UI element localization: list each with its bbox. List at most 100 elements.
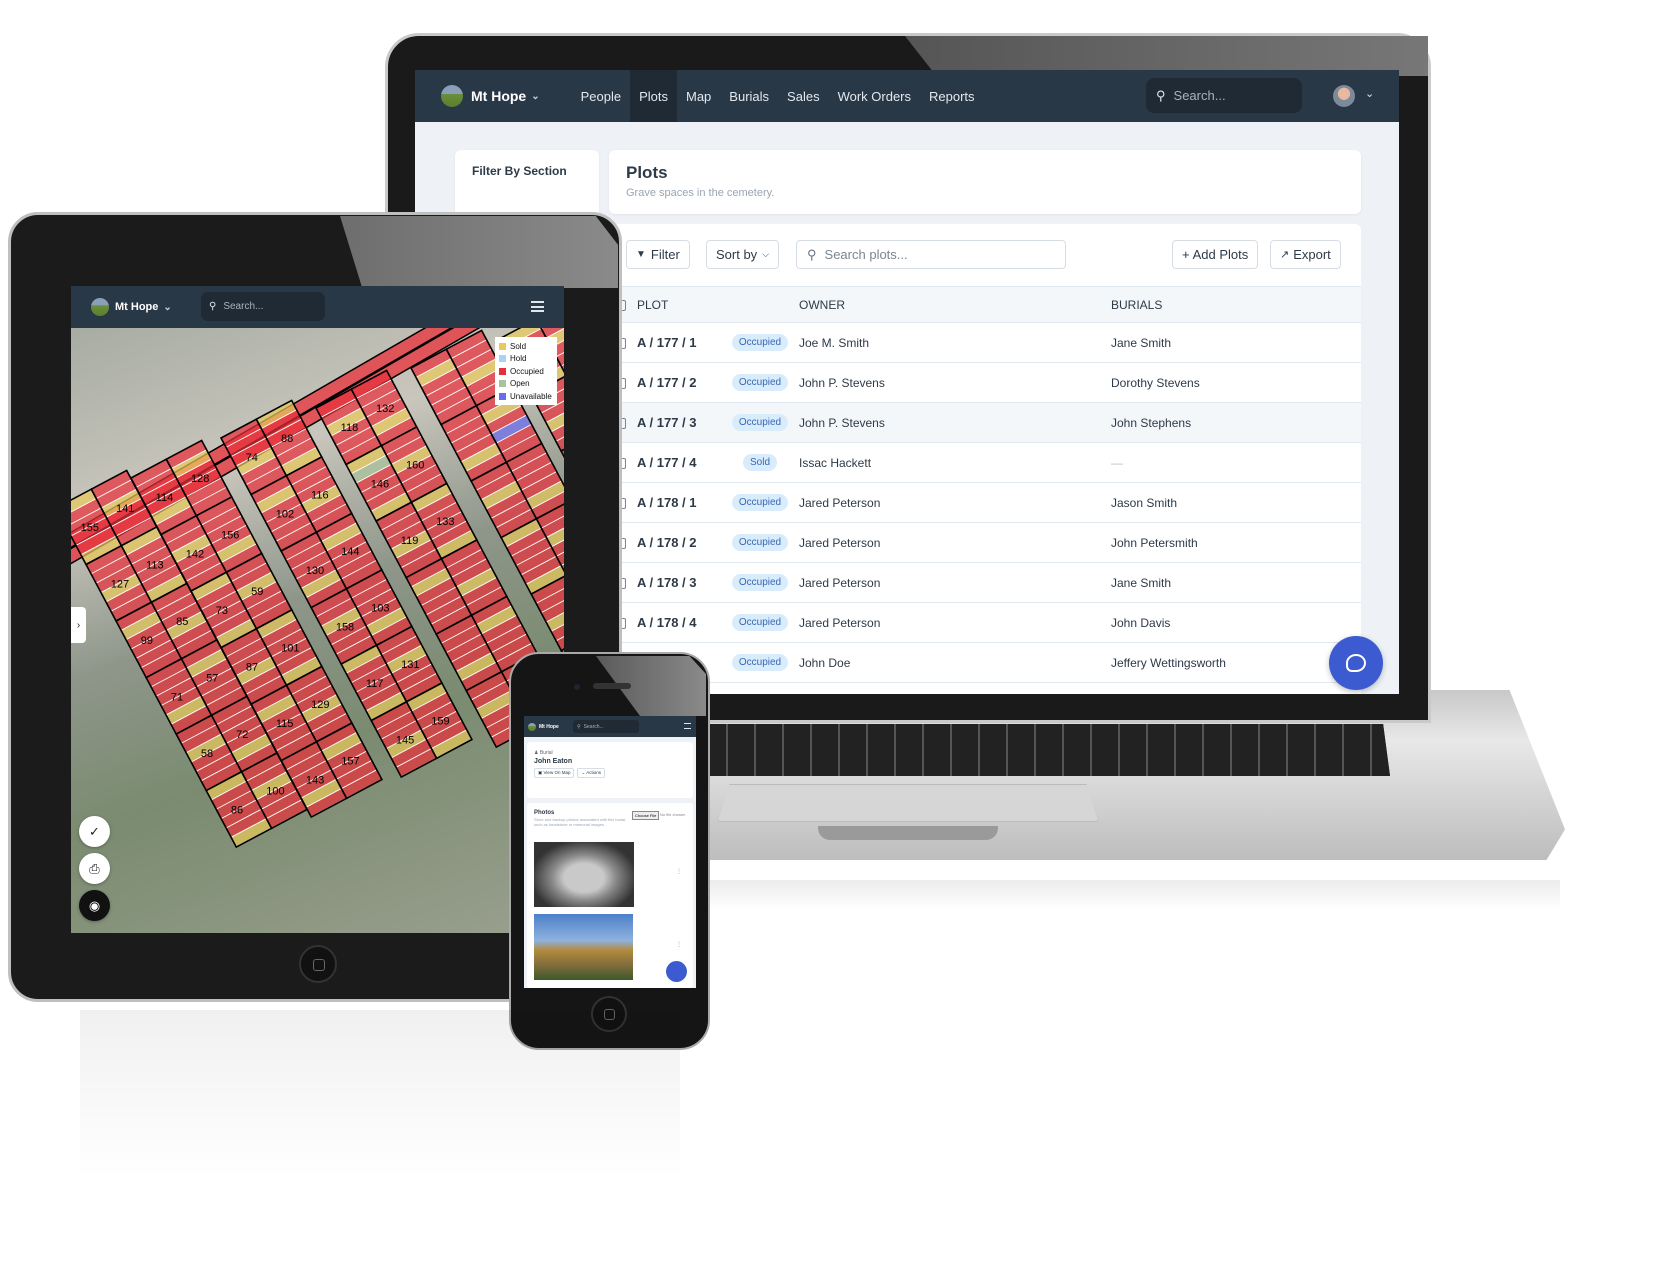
phone-screen: Mt Hope ⚲ Search... ♟ Burial John Eaton …: [524, 716, 696, 988]
cemetery-map[interactable]: 155 141 127 113 99 85 71 57 58 72 86 100 114 128 142 15…: [71, 286, 564, 933]
phone-search-input[interactable]: ⚲ Search...: [573, 720, 639, 733]
global-search-input[interactable]: ⚲ Search...: [1146, 78, 1302, 113]
burials-cell: John Stephens: [1111, 402, 1361, 443]
tablet-brand-switcher[interactable]: Mt Hope ⌄: [91, 298, 172, 316]
plot-label: 74: [246, 452, 258, 464]
plot-id[interactable]: A / 177 / 3: [637, 402, 721, 443]
nav-people[interactable]: People: [572, 70, 630, 122]
column-burials[interactable]: BURIALS: [1111, 286, 1361, 323]
tablet-search-placeholder: Search...: [223, 301, 264, 312]
phone-brand-switcher[interactable]: Mt Hope: [528, 722, 559, 731]
portrait-photo[interactable]: [534, 842, 634, 907]
add-plots-label: Add Plots: [1192, 247, 1249, 262]
search-icon: ⚲: [807, 246, 817, 262]
view-on-map-button[interactable]: ▣ View On Map: [534, 768, 575, 778]
status-badge: Occupied: [731, 574, 789, 591]
expand-sidebar-button[interactable]: ›: [71, 607, 86, 643]
nav-reports[interactable]: Reports: [920, 70, 984, 122]
hamburger-menu-icon[interactable]: [531, 301, 544, 312]
burials-cell: Dorothy Stevens: [1111, 362, 1361, 403]
tablet-search-input[interactable]: ⚲ Search...: [201, 292, 325, 321]
status-badge: Occupied: [731, 534, 789, 551]
device-reflection: [80, 1010, 680, 1180]
brand-switcher[interactable]: Mt Hope ⌄: [441, 85, 540, 107]
layers-toggle-button[interactable]: ✓: [79, 816, 110, 847]
table-row[interactable]: A / 177 / 1 Occupied Joe M. Smith Jane Smit…: [609, 322, 1361, 363]
plot-label: 159: [431, 716, 449, 728]
globe-button[interactable]: ◉: [79, 890, 110, 921]
tablet-home-button: [299, 945, 337, 983]
top-navbar: Mt Hope ⌄ People Plots Map Burials Sales…: [415, 70, 1399, 122]
plot-id[interactable]: A / 178 / 4: [637, 602, 721, 643]
page-header-card: Plots Grave spaces in the cemetery.: [609, 150, 1361, 214]
globe-icon: ◉: [88, 897, 101, 913]
burials-cell: John Petersmith: [1111, 522, 1361, 563]
plot-id[interactable]: A / 178 / 1: [637, 482, 721, 523]
plot-label: 129: [311, 699, 329, 711]
nav-work-orders[interactable]: Work Orders: [829, 70, 920, 122]
burial-record-card: ♟ Burial John Eaton ▣ View On Map ⌄ Acti…: [527, 742, 693, 798]
actions-label: Actions: [586, 770, 601, 775]
table-row[interactable]: A / 178 / 4 Occupied Jared Peterson John Da…: [609, 602, 1361, 643]
table-row[interactable]: A / 177 / 2 Occupied John P. Stevens Doroth…: [609, 362, 1361, 403]
headstone-photo[interactable]: [534, 914, 633, 980]
map-legend: Sold Hold Occupied Open Unavailable: [495, 337, 557, 405]
global-search-placeholder: Search...: [1173, 88, 1226, 103]
plot-id[interactable]: A / 177 / 1: [637, 322, 721, 363]
sort-by-select[interactable]: Sort by ⌵: [706, 240, 780, 269]
plot-id[interactable]: A / 177 / 4: [637, 442, 721, 483]
main-nav: People Plots Map Burials Sales Work Orde…: [572, 70, 984, 122]
filter-button[interactable]: ▼ Filter: [626, 240, 690, 269]
nav-burials[interactable]: Burials: [720, 70, 778, 122]
plus-icon: +: [1182, 247, 1190, 262]
plot-map-layer[interactable]: 155 141 127 113 99 85 71 57 58 72 86 100 114 128 142 15…: [71, 286, 564, 933]
photo-menu-icon[interactable]: ⋮: [676, 941, 682, 948]
legend-item: Hold: [499, 353, 553, 366]
plot-id[interactable]: A / 177 / 2: [637, 362, 721, 403]
export-button[interactable]: ↗ Export: [1270, 240, 1341, 269]
status-badge: Occupied: [731, 494, 789, 511]
plot-label: 73: [216, 605, 228, 617]
plot-label: 132: [376, 403, 394, 415]
chat-support-button[interactable]: [1329, 636, 1383, 690]
table-row[interactable]: A / 178 / 3 Occupied Jared Peterson Jane Sm…: [609, 562, 1361, 603]
chat-support-button[interactable]: [666, 961, 687, 982]
table-row[interactable]: A / 177 / 4 Sold Issac Hackett —: [609, 442, 1361, 483]
nav-sales[interactable]: Sales: [778, 70, 829, 122]
burials-cell: —: [1111, 442, 1361, 483]
plot-label: 142: [186, 548, 204, 560]
table-row[interactable]: A / 178 / 5OccupiedJohn DoeJeffery Wetti…: [609, 642, 1361, 683]
column-plot[interactable]: PLOT: [637, 286, 721, 323]
plot-label: 127: [111, 578, 129, 590]
actions-button[interactable]: ⌄ Actions: [577, 768, 605, 778]
nav-plots[interactable]: Plots: [630, 70, 677, 122]
legend-swatch: [499, 355, 506, 363]
photo-menu-icon[interactable]: ⋮: [676, 868, 682, 875]
plot-id[interactable]: A / 178 / 2: [637, 522, 721, 563]
chevron-down-icon[interactable]: ⌄: [1365, 87, 1374, 100]
column-owner[interactable]: OWNER: [799, 286, 1111, 323]
plot-label: 128: [191, 473, 209, 485]
plot-label: 57: [206, 673, 218, 685]
table-row[interactable]: A / 178 / 1 Occupied Jared Peterson Jason S…: [609, 482, 1361, 523]
print-button[interactable]: ⎙: [79, 853, 110, 884]
choose-file-button[interactable]: Choose File: [632, 811, 660, 820]
hamburger-menu-icon[interactable]: [684, 723, 691, 729]
legend-item: Occupied: [499, 365, 553, 378]
printer-icon: ⎙: [89, 860, 100, 876]
plot-label: 86: [231, 804, 243, 816]
add-plots-button[interactable]: + Add Plots: [1172, 240, 1259, 269]
owner-cell: Jared Peterson: [799, 522, 1111, 563]
search-plots-input[interactable]: ⚲ Search plots...: [796, 240, 1066, 269]
user-avatar[interactable]: [1333, 85, 1355, 107]
table-row[interactable]: A / 177 / 3 Occupied John P. Stevens John S…: [609, 402, 1361, 443]
nav-map[interactable]: Map: [677, 70, 720, 122]
tablet-glare: [340, 216, 618, 288]
legend-label: Open: [510, 379, 530, 389]
table-row[interactable]: A / 178 / 2 Occupied Jared Peterson John Pe…: [609, 522, 1361, 563]
plot-label: 146: [371, 478, 389, 490]
plot-id[interactable]: A / 178 / 3: [637, 562, 721, 603]
plot-label: 157: [341, 756, 359, 768]
search-icon: ⚲: [1156, 87, 1166, 103]
laptop-keyboard: [700, 724, 1390, 776]
